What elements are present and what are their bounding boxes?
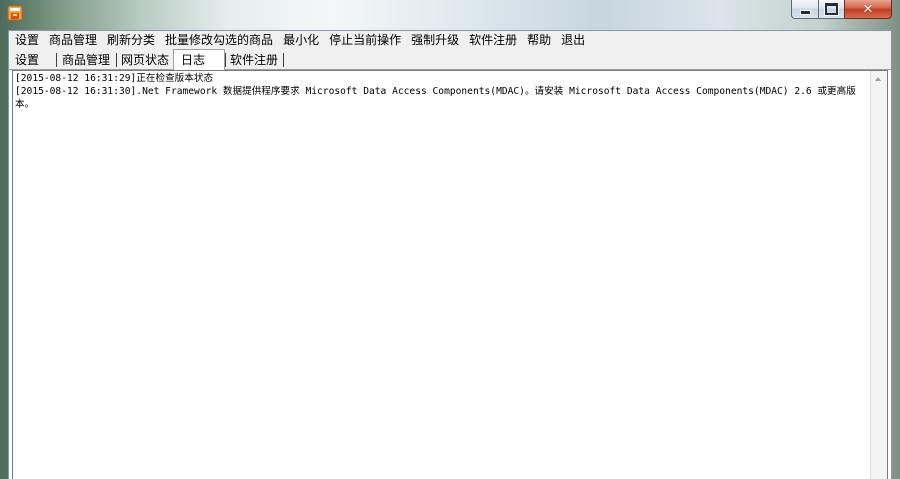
menu-item-stop-current-operation[interactable]: 停止当前操作 [324,31,406,49]
log-textbox[interactable]: [2015-08-12 16:31:29]正在检查版本状态 [2015-08-1… [12,70,888,479]
close-button[interactable]: ✕ [844,0,892,19]
menu-item-refresh-categories[interactable]: 刷新分类 [102,31,160,49]
minimize-icon [799,10,811,15]
menu-item-batch-edit-checked-products[interactable]: 批量修改勾选的商品 [160,31,278,49]
tab-divider [283,53,284,67]
maximize-icon [825,3,838,15]
log-line: [2015-08-12 16:31:29]正在检查版本状态 [15,73,214,84]
tab-product-management[interactable]: 商品管理 [62,51,110,69]
minimize-button[interactable] [791,0,819,19]
menu-item-settings[interactable]: 设置 [10,31,44,49]
tab-software-registration[interactable]: 软件注册 [230,51,278,69]
scroll-up-arrow-icon[interactable] [875,77,881,81]
menu-item-product-management[interactable]: 商品管理 [44,31,102,49]
log-line: [2015-08-12 16:31:30].Net Framework 数据提供… [15,86,856,110]
menu-bar: 设置 商品管理 刷新分类 批量修改勾选的商品 最小化 停止当前操作 强制升级 软… [9,31,891,49]
tab-divider [225,53,226,67]
menu-item-exit[interactable]: 退出 [556,31,590,49]
tab-log[interactable]: 日志 [181,51,205,69]
menu-item-force-upgrade[interactable]: 强制升级 [406,31,464,49]
menu-item-minimize[interactable]: 最小化 [278,31,324,49]
client-area: 设置 商品管理 刷新分类 批量修改勾选的商品 最小化 停止当前操作 强制升级 软… [8,30,892,479]
log-content: [2015-08-12 16:31:29]正在检查版本状态 [2015-08-1… [15,72,870,111]
tab-bar: 设置 商品管理 网页状态 日志 软件注册 [9,49,891,70]
tab-divider [56,53,57,67]
tab-divider [116,53,117,67]
maximize-button[interactable] [818,0,845,19]
tab-page-status[interactable]: 网页状态 [121,51,169,69]
menu-item-help[interactable]: 帮助 [522,31,556,49]
application-window: ✕ 设置 商品管理 刷新分类 批量修改勾选的商品 最小化 停止当前操作 强制升级… [0,0,900,479]
close-icon: ✕ [862,1,874,17]
vertical-scrollbar[interactable] [870,71,887,479]
title-bar[interactable]: ✕ [0,0,900,30]
tab-settings[interactable]: 设置 [15,51,39,69]
menu-item-software-registration[interactable]: 软件注册 [464,31,522,49]
app-icon[interactable] [7,5,23,21]
